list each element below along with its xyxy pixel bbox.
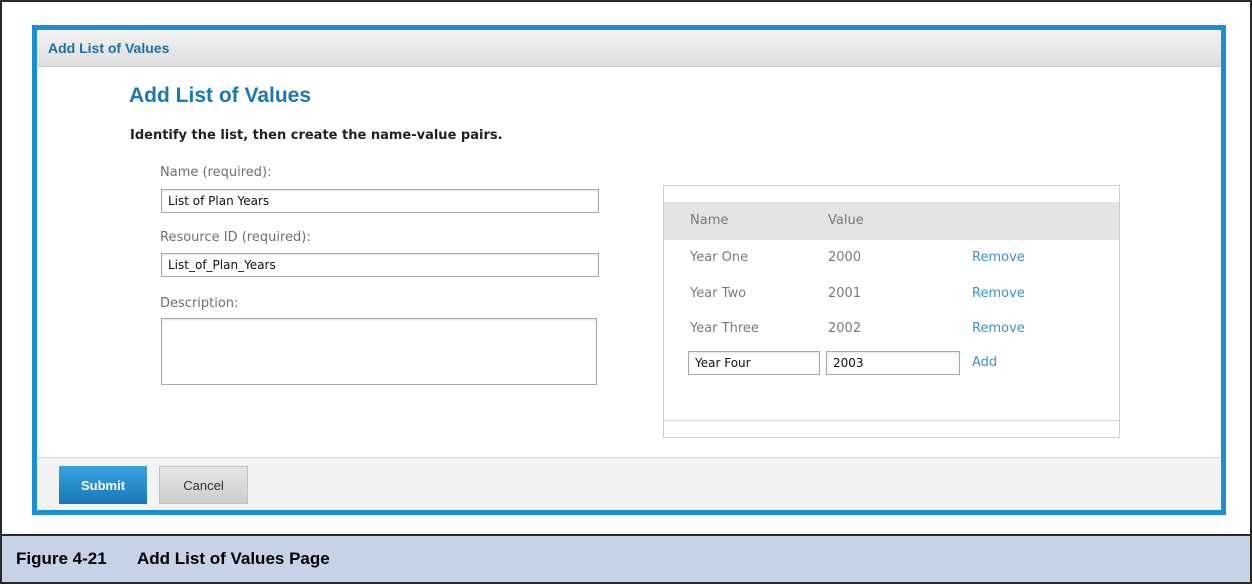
cancel-button[interactable]: Cancel [159, 466, 248, 504]
name-label: Name (required): [160, 165, 272, 180]
window-title: Add List of Values [48, 40, 170, 56]
title-bar: Add List of Values [37, 30, 1221, 67]
description-label: Description: [160, 296, 239, 311]
row-name: Year Three [690, 321, 759, 336]
row-value: 2002 [828, 321, 862, 336]
intro-text: Identify the list, then create the name-… [130, 128, 503, 143]
column-header-name: Name [690, 213, 729, 228]
figure-frame: Add List of Values Add List of Values Id… [0, 0, 1252, 534]
remove-link[interactable]: Remove [972, 250, 1025, 265]
values-table-header: Name Value [664, 202, 1119, 240]
panel-divider [664, 420, 1119, 421]
table-row: Year Two 2001 Remove [664, 286, 1119, 306]
caption-label: Figure 4-21 [16, 549, 107, 568]
new-name-input[interactable] [688, 351, 820, 375]
row-value: 2000 [828, 250, 862, 265]
remove-link[interactable]: Remove [972, 321, 1025, 336]
values-panel: Name Value Year One 2000 Remove Year Two… [663, 185, 1120, 438]
new-value-input[interactable] [826, 351, 960, 375]
description-textarea[interactable] [161, 318, 597, 385]
figure-caption: Figure 4-21 Add List of Values Page [0, 534, 1252, 584]
table-row: Year One 2000 Remove [664, 250, 1119, 270]
row-name: Year One [690, 250, 749, 265]
caption-title: Add List of Values Page [137, 549, 330, 568]
resource-id-input[interactable] [161, 253, 599, 277]
row-name: Year Two [690, 286, 747, 301]
add-link[interactable]: Add [972, 355, 997, 370]
page-title: Add List of Values [129, 84, 312, 107]
resource-id-label: Resource ID (required): [160, 230, 311, 245]
button-bar: Submit Cancel [37, 457, 1221, 510]
column-header-value: Value [828, 213, 864, 228]
dialog-window: Add List of Values Add List of Values Id… [32, 25, 1226, 515]
row-value: 2001 [828, 286, 862, 301]
remove-link[interactable]: Remove [972, 286, 1025, 301]
name-input[interactable] [161, 189, 599, 213]
new-value-row: Add [664, 351, 1119, 377]
table-row: Year Three 2002 Remove [664, 321, 1119, 341]
submit-button[interactable]: Submit [59, 466, 147, 504]
